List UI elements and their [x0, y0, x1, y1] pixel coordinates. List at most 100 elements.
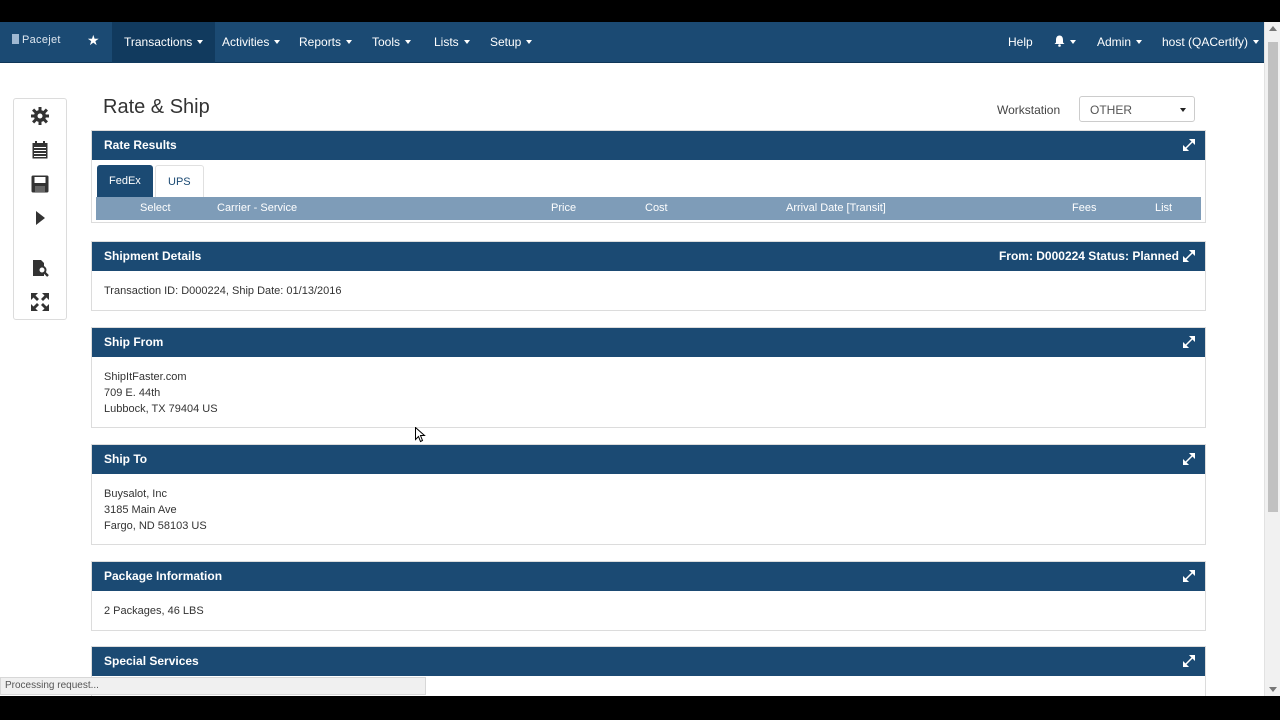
expand-icon[interactable]: [1183, 570, 1195, 582]
scroll-up-arrow-icon[interactable]: [1269, 26, 1277, 31]
rate-results-panel: Rate Results FedEx UPS Select Carrier - …: [91, 130, 1206, 223]
bell-icon: [1054, 35, 1065, 47]
logo-text: Pacejet: [22, 34, 61, 46]
nav-transactions-label: Transactions: [124, 35, 193, 49]
caret-down-icon: [405, 40, 412, 44]
tab-ups[interactable]: UPS: [155, 165, 204, 197]
col-carrier-service[interactable]: Carrier - Service: [217, 202, 297, 214]
shipment-status-text: From: D000224 Status: Planned: [998, 249, 1179, 263]
side-toolbar: [13, 98, 67, 320]
expand-icon[interactable]: [1183, 453, 1195, 465]
address-line: Lubbock, TX 79404 US: [104, 403, 218, 415]
app-window: Pacejet ★ Transactions Activities Report…: [0, 22, 1280, 696]
address-line: Buysalot, Inc: [104, 488, 167, 500]
caret-down-icon: [274, 40, 281, 44]
rate-results-header: Rate Results: [92, 131, 1205, 160]
rate-table-header: Select Carrier - Service Price Cost Arri…: [96, 197, 1201, 220]
address-line: Fargo, ND 58103 US: [104, 520, 207, 532]
nav-reports[interactable]: Reports: [299, 22, 353, 63]
caret-down-icon: [197, 40, 204, 44]
special-services-title: Special Services: [104, 654, 199, 668]
col-cost[interactable]: Cost: [645, 202, 668, 214]
shipment-details-header: Shipment Details From: D000224 Status: P…: [92, 242, 1205, 271]
caret-down-icon: [463, 40, 470, 44]
gear-icon: [31, 107, 49, 125]
nav-activities-label: Activities: [222, 35, 270, 49]
nav-host-label: host (QACertify): [1162, 35, 1249, 49]
save-tool[interactable]: [28, 173, 52, 195]
nav-setup[interactable]: Setup: [490, 22, 533, 63]
nav-transactions[interactable]: Transactions: [112, 22, 216, 63]
favorites-star-icon[interactable]: ★: [87, 32, 100, 49]
caret-down-icon: [1070, 40, 1076, 44]
settings-tool[interactable]: [28, 105, 52, 127]
col-arrival-date[interactable]: Arrival Date [Transit]: [786, 202, 886, 214]
caret-down-icon: [1180, 108, 1186, 112]
workstation-label: Workstation: [997, 103, 1061, 117]
ship-from-panel: Ship From ShipItFaster.com 709 E. 44th L…: [91, 327, 1206, 428]
mouse-cursor-icon: [415, 427, 426, 443]
nav-admin-label: Admin: [1097, 35, 1132, 49]
expand-icon[interactable]: [1183, 655, 1195, 667]
shipment-details-panel: Shipment Details From: D000224 Status: P…: [91, 241, 1206, 311]
nav-reports-label: Reports: [299, 35, 342, 49]
address-line: 709 E. 44th: [104, 387, 161, 399]
ship-from-title: Ship From: [104, 335, 164, 349]
col-select[interactable]: Select: [140, 202, 171, 214]
col-price[interactable]: Price: [551, 202, 576, 214]
calendar-icon: [32, 141, 48, 159]
caret-down-icon: [346, 40, 353, 44]
document-search-icon: [32, 260, 49, 277]
calendar-tool[interactable]: [28, 139, 52, 161]
nav-setup-label: Setup: [490, 35, 522, 49]
fullscreen-tool[interactable]: [28, 291, 52, 313]
browser-status-bar: Processing request...: [0, 677, 426, 695]
col-fees[interactable]: Fees: [1072, 202, 1096, 214]
ship-from-header: Ship From: [92, 328, 1205, 357]
scroll-down-arrow-icon[interactable]: [1269, 687, 1277, 692]
caret-down-icon: [1253, 40, 1260, 44]
expand-icon[interactable]: [1183, 250, 1195, 262]
shipment-details-title: Shipment Details: [104, 249, 202, 263]
expand-icon[interactable]: [1183, 139, 1195, 151]
caret-down-icon: [1136, 40, 1143, 44]
special-services-header: Special Services: [92, 647, 1205, 676]
nav-lists[interactable]: Lists: [434, 22, 470, 63]
vertical-scrollbar[interactable]: [1264, 22, 1280, 696]
rate-results-title: Rate Results: [104, 138, 177, 152]
document-search-tool[interactable]: [28, 257, 52, 279]
workstation-select[interactable]: OTHER: [1079, 96, 1195, 122]
page-title: Rate & Ship: [103, 96, 210, 118]
caret-down-icon: [526, 40, 533, 44]
address-line: 3185 Main Ave: [104, 504, 177, 516]
nav-help[interactable]: Help: [1008, 22, 1033, 63]
ship-to-panel: Ship To Buysalot, Inc 3185 Main Ave Farg…: [91, 444, 1206, 545]
pacejet-logo[interactable]: Pacejet: [12, 34, 61, 46]
col-list[interactable]: List: [1155, 202, 1172, 214]
workstation-value: OTHER: [1090, 103, 1132, 117]
logo-mark-icon: [12, 34, 19, 44]
nav-tools[interactable]: Tools: [372, 22, 412, 63]
package-summary: 2 Packages, 46 LBS: [104, 605, 204, 617]
tab-fedex[interactable]: FedEx: [97, 165, 153, 197]
ship-to-title: Ship To: [104, 452, 148, 466]
nav-lists-label: Lists: [434, 35, 459, 49]
play-icon: [36, 211, 45, 225]
nav-host-account[interactable]: host (QACertify): [1162, 22, 1260, 63]
nav-activities[interactable]: Activities: [222, 22, 281, 63]
nav-admin[interactable]: Admin: [1097, 22, 1143, 63]
nav-tools-label: Tools: [372, 35, 401, 49]
save-icon: [31, 175, 49, 193]
address-line: ShipItFaster.com: [104, 371, 187, 383]
package-info-title: Package Information: [104, 569, 223, 583]
ship-to-header: Ship To: [92, 445, 1205, 474]
notifications-bell[interactable]: [1054, 22, 1076, 63]
run-tool[interactable]: [28, 207, 52, 229]
top-navbar: Pacejet ★ Transactions Activities Report…: [0, 22, 1264, 63]
package-info-header: Package Information: [92, 562, 1205, 591]
expand-icon[interactable]: [1183, 336, 1195, 348]
expand-arrows-icon: [31, 293, 49, 311]
transaction-info: Transaction ID: D000224, Ship Date: 01/1…: [104, 285, 342, 297]
package-info-panel: Package Information 2 Packages, 46 LBS: [91, 561, 1206, 631]
scrollbar-thumb[interactable]: [1268, 42, 1278, 512]
